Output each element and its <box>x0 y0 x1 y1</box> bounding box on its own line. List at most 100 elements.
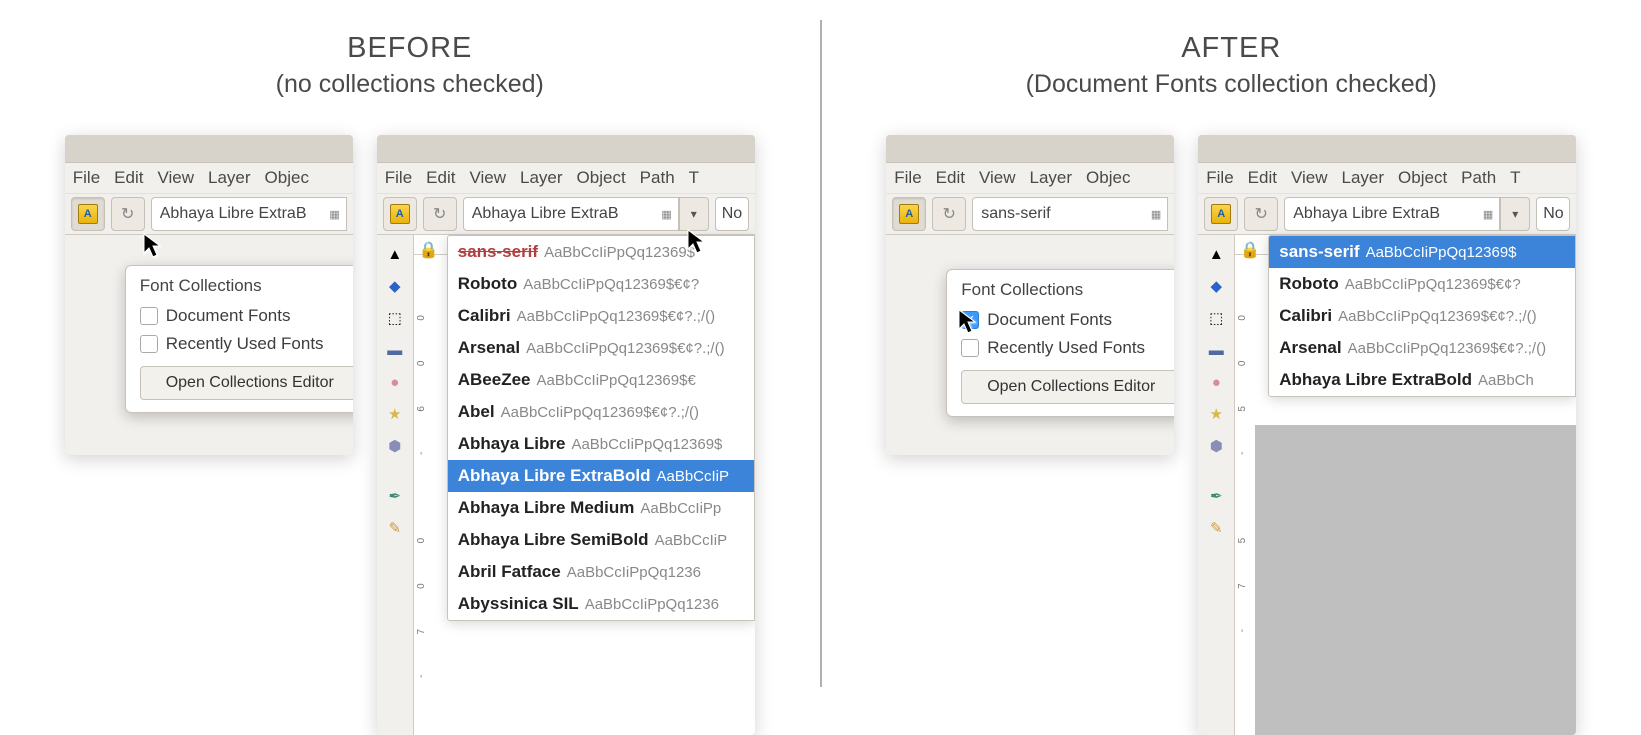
font-list-row[interactable]: AbelAaBbCcIiPpQq12369$€¢?.;/() <box>448 396 754 428</box>
recently-used-fonts-option[interactable]: Recently Used Fonts <box>961 334 1174 362</box>
font-family-input[interactable]: sans-serif <box>972 197 1168 231</box>
star-tool-icon[interactable]: ★ <box>1203 401 1229 427</box>
before-heading: BEFORE (no collections checked) <box>0 30 820 100</box>
font-sample: AaBbCcIiPpQq12369$€ <box>537 372 696 389</box>
menu-edit[interactable]: Edit <box>936 168 965 188</box>
font-family-dropdown[interactable]: sans-serifAaBbCcIiPpQq12369$RobotoAaBbCc… <box>1268 235 1576 397</box>
menu-view[interactable]: View <box>157 168 194 188</box>
lock-icon[interactable]: 🔒 <box>418 239 440 261</box>
selector-tool-icon[interactable]: ▲ <box>382 241 408 267</box>
menu-file[interactable]: File <box>894 168 921 188</box>
menu-path[interactable]: Path <box>640 168 675 188</box>
font-dropdown-button[interactable] <box>679 197 709 231</box>
menu-layer[interactable]: Layer <box>1342 168 1385 188</box>
document-fonts-option[interactable]: Document Fonts <box>961 306 1174 334</box>
font-collections-button[interactable]: A <box>892 197 926 231</box>
3d-tool-icon[interactable]: ⬢ <box>382 433 408 459</box>
shape-tool-icon[interactable]: ⬚ <box>382 305 408 331</box>
star-tool-icon[interactable]: ★ <box>382 401 408 427</box>
font-dropdown-button[interactable] <box>1500 197 1530 231</box>
menu-object[interactable]: Objec <box>1086 168 1130 188</box>
font-collections-button[interactable]: A <box>1204 197 1238 231</box>
window-titlebar[interactable] <box>886 135 1174 163</box>
menu-edit[interactable]: Edit <box>114 168 143 188</box>
menu-object[interactable]: Object <box>1398 168 1447 188</box>
menu-text[interactable]: T <box>689 168 699 188</box>
window-titlebar[interactable] <box>377 135 755 163</box>
font-collections-button[interactable]: A <box>71 197 105 231</box>
menu-object[interactable]: Object <box>577 168 626 188</box>
pen-tool-icon[interactable]: ✒ <box>1203 483 1229 509</box>
font-list-row[interactable]: ABeeZeeAaBbCcIiPpQq12369$€ <box>448 364 754 396</box>
refresh-button[interactable] <box>111 197 145 231</box>
font-sample: AaBbCcIiPpQq12369$ <box>544 244 695 261</box>
refresh-button[interactable] <box>423 197 457 231</box>
node-tool-icon[interactable]: ◆ <box>382 273 408 299</box>
checkbox-icon[interactable] <box>961 339 979 357</box>
circle-tool-icon[interactable]: ● <box>382 369 408 395</box>
font-family-input[interactable]: Abhaya Libre ExtraB <box>151 197 347 231</box>
rectangle-tool-icon[interactable]: ▬ <box>382 337 408 363</box>
document-fonts-option[interactable]: Document Fonts <box>140 302 353 330</box>
menu-text[interactable]: T <box>1510 168 1520 188</box>
3d-tool-icon[interactable]: ⬢ <box>1203 433 1229 459</box>
font-sample: AaBbCcIiPpQq12369$€¢?.;/() <box>517 308 715 325</box>
menu-object[interactable]: Objec <box>265 168 309 188</box>
font-collections-button[interactable]: A <box>383 197 417 231</box>
menu-layer[interactable]: Layer <box>1030 168 1073 188</box>
font-style-input[interactable]: No <box>1536 197 1570 231</box>
menu-layer[interactable]: Layer <box>520 168 563 188</box>
font-list-row[interactable]: CalibriAaBbCcIiPpQq12369$€¢?.;/() <box>448 300 754 332</box>
font-list-row[interactable]: sans-serifAaBbCcIiPpQq12369$ <box>1269 236 1575 268</box>
font-list-row[interactable]: Abhaya LibreAaBbCcIiPpQq12369$ <box>448 428 754 460</box>
font-family-input[interactable]: Abhaya Libre ExtraB <box>463 197 679 231</box>
font-list-row[interactable]: Abhaya Libre SemiBoldAaBbCcIiP <box>448 524 754 556</box>
font-sample: AaBbCcIiPp <box>640 500 721 517</box>
font-style-input[interactable]: No <box>715 197 749 231</box>
checkbox-icon[interactable] <box>140 335 158 353</box>
font-list-row[interactable]: CalibriAaBbCcIiPpQq12369$€¢?.;/() <box>1269 300 1575 332</box>
font-family-dropdown[interactable]: sans-serifAaBbCcIiPpQq12369$RobotoAaBbCc… <box>447 235 755 621</box>
font-list-row[interactable]: Abyssinica SILAaBbCcIiPpQq1236 <box>448 588 754 620</box>
open-collections-editor-button[interactable]: Open Collections Editor <box>140 366 353 400</box>
lock-icon[interactable]: 🔒 <box>1239 239 1261 261</box>
open-collections-editor-button[interactable]: Open Collections Editor <box>961 370 1174 404</box>
pencil-tool-icon[interactable]: ✎ <box>382 515 408 541</box>
menu-file[interactable]: File <box>73 168 100 188</box>
option-label: Document Fonts <box>166 306 291 326</box>
refresh-button[interactable] <box>1244 197 1278 231</box>
rectangle-tool-icon[interactable]: ▬ <box>1203 337 1229 363</box>
ruler-mark: -75 <box>1237 498 1248 632</box>
menu-file[interactable]: File <box>1206 168 1233 188</box>
shape-tool-icon[interactable]: ⬚ <box>1203 305 1229 331</box>
pencil-tool-icon[interactable]: ✎ <box>1203 515 1229 541</box>
menu-layer[interactable]: Layer <box>208 168 251 188</box>
menu-file[interactable]: File <box>385 168 412 188</box>
font-list-row[interactable]: ArsenalAaBbCcIiPpQq12369$€¢?.;/() <box>448 332 754 364</box>
font-list-row[interactable]: sans-serifAaBbCcIiPpQq12369$ <box>448 236 754 268</box>
checkbox-icon[interactable] <box>961 311 979 329</box>
font-list-row[interactable]: ArsenalAaBbCcIiPpQq12369$€¢?.;/() <box>1269 332 1575 364</box>
window-titlebar[interactable] <box>65 135 353 163</box>
circle-tool-icon[interactable]: ● <box>1203 369 1229 395</box>
recently-used-fonts-option[interactable]: Recently Used Fonts <box>140 330 353 358</box>
font-list-row[interactable]: Abhaya Libre MediumAaBbCcIiPp <box>448 492 754 524</box>
font-list-row[interactable]: Abhaya Libre ExtraBoldAaBbCcIiP <box>448 460 754 492</box>
node-tool-icon[interactable]: ◆ <box>1203 273 1229 299</box>
window-titlebar[interactable] <box>1198 135 1576 163</box>
pen-tool-icon[interactable]: ✒ <box>382 483 408 509</box>
refresh-button[interactable] <box>932 197 966 231</box>
menu-edit[interactable]: Edit <box>1248 168 1277 188</box>
menu-path[interactable]: Path <box>1461 168 1496 188</box>
font-list-row[interactable]: RobotoAaBbCcIiPpQq12369$€¢? <box>1269 268 1575 300</box>
font-list-row[interactable]: Abhaya Libre ExtraBoldAaBbCh <box>1269 364 1575 396</box>
font-family-input[interactable]: Abhaya Libre ExtraB <box>1284 197 1500 231</box>
menu-view[interactable]: View <box>1291 168 1328 188</box>
font-list-row[interactable]: Abril FatfaceAaBbCcIiPpQq1236 <box>448 556 754 588</box>
menu-view[interactable]: View <box>979 168 1016 188</box>
selector-tool-icon[interactable]: ▲ <box>1203 241 1229 267</box>
checkbox-icon[interactable] <box>140 307 158 325</box>
font-list-row[interactable]: RobotoAaBbCcIiPpQq12369$€¢? <box>448 268 754 300</box>
menu-view[interactable]: View <box>469 168 506 188</box>
menu-edit[interactable]: Edit <box>426 168 455 188</box>
